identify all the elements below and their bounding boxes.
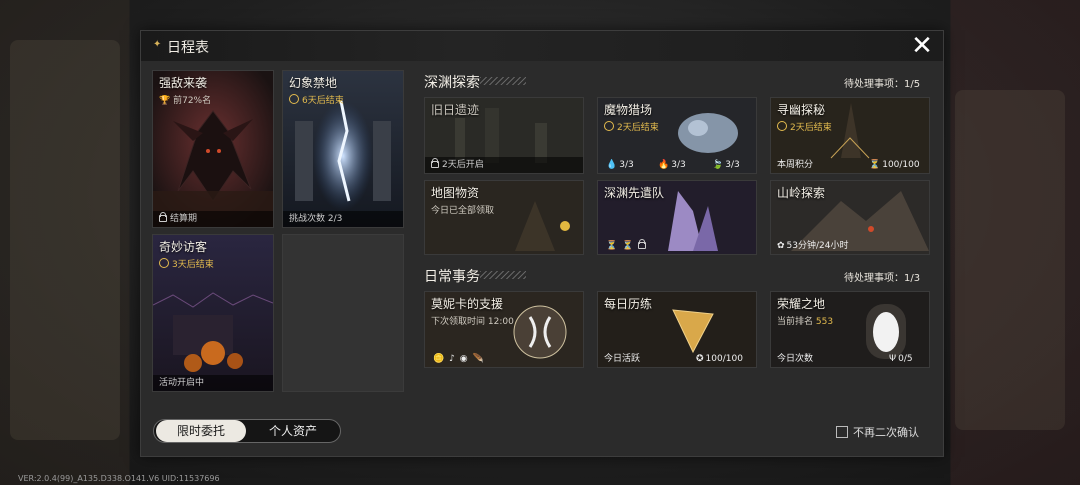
card-mysterious-visitor[interactable]: 奇妙访客 3天后结束 活动开启中	[152, 234, 274, 392]
checkbox-label: 不再二次确认	[853, 426, 919, 439]
lock-icon	[159, 212, 167, 222]
version-text: VER:2.0.4(99)_A135.D338.O141.V6 UID:1153…	[18, 474, 220, 483]
daily-count-label: 今日次数	[777, 354, 814, 364]
support-icons: 🪙 ♪ ◉ 🪶	[433, 352, 486, 366]
card-title: 荣耀之地	[777, 297, 826, 311]
note-icon: ♪	[449, 354, 455, 364]
card-map-supplies[interactable]: 地图物资 今日已全部领取	[424, 180, 584, 255]
leaf-icon: 🍃	[712, 160, 724, 170]
daily-activity-value: ✪ 100/100	[696, 354, 743, 364]
background-left-blur	[10, 40, 120, 440]
card-footer: 活动开启中	[153, 375, 273, 391]
hourglass-icon: ⏳	[622, 241, 634, 251]
trident-icon: Ψ	[889, 354, 897, 364]
card-footer: 挑战次数 2/3	[283, 211, 403, 227]
lock-icon	[638, 239, 647, 249]
card-mountain-exploration[interactable]: 山岭探索 ✿ 53分钟/24小时	[770, 180, 930, 255]
next-claim-time: 下次领取时间 12:00	[431, 317, 514, 327]
close-button[interactable]: ✕	[909, 33, 935, 59]
countdown-text: 6天后结束	[289, 93, 344, 106]
current-rank: 当前排名 553	[777, 317, 834, 327]
card-strong-enemy[interactable]: 强敌来袭 🏆 前72%名 结算期	[152, 70, 274, 228]
card-monster-hunting[interactable]: 魔物猎场 2天后结束 💧 3/3 🔥 3/3 🍃 3/3	[597, 97, 757, 174]
feather-icon: 🪶	[472, 354, 484, 364]
countdown-text: 2天后结束	[604, 120, 659, 133]
card-title: 山岭探索	[777, 186, 826, 200]
hourglass-icon: ⏳	[606, 241, 618, 251]
vanguard-icons: ⏳ ⏳	[606, 239, 649, 253]
checkbox-box[interactable]	[836, 426, 848, 438]
dont-confirm-again-checkbox[interactable]: 不再二次确认	[836, 424, 919, 440]
card-title: 寻幽探秘	[777, 103, 826, 117]
card-monica-support[interactable]: 莫妮卡的支援 下次领取时间 12:00 🪙 ♪ ◉ 🪶	[424, 291, 584, 368]
tab-personal-assets[interactable]: 个人资产	[248, 420, 338, 442]
card-title: 深渊先遣队	[604, 186, 665, 200]
hourglass-icon: ⏳	[869, 160, 881, 170]
card-title: 奇妙访客	[159, 240, 208, 254]
card-illusion-forbidden[interactable]: 幻象禁地 6天后结束 挑战次数 2/3	[282, 70, 404, 228]
clock-icon	[604, 121, 614, 131]
daily-pending-count: 待处理事项：1/3	[844, 273, 921, 284]
star-icon: ✦	[153, 39, 162, 50]
card-title: 莫妮卡的支援	[431, 297, 504, 311]
clock-icon	[159, 258, 169, 268]
coin-icon: 🪙	[433, 354, 445, 364]
panel-header: ✦ 日程表 ✕	[141, 31, 943, 61]
card-footer: 结算期	[153, 211, 273, 227]
countdown-text: 2天后结束	[777, 120, 832, 133]
card-title: 幻象禁地	[289, 76, 338, 90]
weekly-score-value: ⏳ 100/100	[869, 160, 920, 170]
trophy-icon: 🏆	[159, 96, 171, 106]
flame-icon: 🔥	[658, 160, 670, 170]
orb-icon: ◉	[459, 354, 468, 364]
card-title: 魔物猎场	[604, 103, 653, 117]
card-title: 地图物资	[431, 186, 480, 200]
status-text: 今日已全部领取	[431, 206, 495, 216]
rank-text: 🏆 前72%名	[159, 96, 212, 106]
tab-switcher: 限时委托 个人资产	[153, 419, 341, 443]
star-badge-icon: ✪	[696, 354, 704, 364]
card-footer: 2天后开启	[425, 157, 583, 173]
card-daily-training[interactable]: 每日历练 今日活跃 ✪ 100/100	[597, 291, 757, 368]
time-progress: ✿ 53分钟/24小时	[777, 241, 849, 251]
daily-activity-label: 今日活跃	[604, 354, 641, 364]
clock-icon	[777, 121, 787, 131]
flower-icon: ✿	[777, 241, 785, 251]
abyss-section-title: 深渊探索	[424, 75, 480, 91]
abyss-pending-count: 待处理事项：1/5	[844, 79, 921, 90]
daily-section-title: 日常事务	[424, 269, 480, 285]
stat-3: 🍃 3/3	[712, 160, 740, 170]
empty-slot	[282, 234, 404, 392]
drop-icon: 💧	[606, 160, 618, 170]
card-abyss-vanguard[interactable]: 深渊先遣队 ⏳ ⏳	[597, 180, 757, 255]
clock-icon	[289, 94, 299, 104]
section-decoration	[480, 271, 526, 279]
section-decoration	[480, 77, 526, 85]
daily-count-value: Ψ 0/5	[889, 354, 913, 364]
card-title: 旧日遗迹	[431, 103, 480, 117]
card-title: 强敌来袭	[159, 76, 208, 90]
stat-2: 🔥 3/3	[658, 160, 686, 170]
background-right-blur	[955, 90, 1065, 430]
panel-title: 日程表	[167, 40, 209, 56]
stat-1: 💧 3/3	[606, 160, 634, 170]
weekly-score-label: 本周积分	[777, 160, 814, 170]
card-ancient-ruins[interactable]: 旧日遗迹 2天后开启	[424, 97, 584, 174]
countdown-text: 3天后结束	[159, 257, 214, 270]
tab-limited-commission[interactable]: 限时委托	[156, 420, 246, 442]
card-secret-exploration[interactable]: 寻幽探秘 2天后结束 本周积分 ⏳ 100/100	[770, 97, 930, 174]
lock-icon	[431, 158, 439, 168]
card-land-of-glory[interactable]: 荣耀之地 当前排名 553 今日次数 Ψ 0/5	[770, 291, 930, 368]
card-title: 每日历练	[604, 297, 653, 311]
